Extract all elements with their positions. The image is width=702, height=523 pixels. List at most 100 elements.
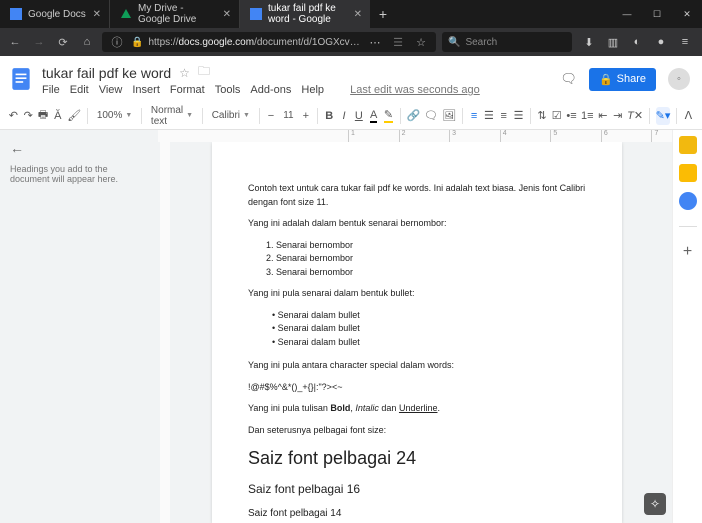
bold-button[interactable]: B bbox=[324, 107, 335, 125]
forward-button[interactable]: → bbox=[30, 33, 48, 51]
keep-icon[interactable] bbox=[679, 164, 697, 182]
outline-back-icon[interactable]: ← bbox=[10, 140, 148, 156]
list-item: Senarai bernombor bbox=[276, 252, 586, 266]
docs-logo[interactable] bbox=[6, 64, 36, 94]
line-spacing-button[interactable]: ⇅ bbox=[537, 107, 548, 125]
text-color-button[interactable]: A bbox=[368, 107, 379, 125]
favicon bbox=[250, 8, 262, 20]
last-edit-link[interactable]: Last edit was seconds ago bbox=[350, 84, 480, 96]
comments-icon[interactable]: 🗨 bbox=[560, 71, 577, 87]
comment-button[interactable]: 🗨 bbox=[424, 107, 438, 125]
align-center-button[interactable]: ☰ bbox=[483, 107, 494, 125]
body-text: !@#$%^&*()_+{}|:"?><~ bbox=[248, 381, 586, 395]
addon-icon[interactable]: ◐ bbox=[630, 36, 644, 49]
checklist-button[interactable]: ☑ bbox=[551, 107, 562, 125]
maximize-button[interactable]: ☐ bbox=[642, 0, 672, 28]
hide-menus-button[interactable]: ᐱ bbox=[683, 107, 694, 125]
account-icon[interactable]: ● bbox=[654, 36, 668, 49]
align-right-button[interactable]: ≡ bbox=[498, 107, 509, 125]
align-justify-button[interactable]: ☰ bbox=[513, 107, 524, 125]
menu-addons[interactable]: Add-ons bbox=[250, 84, 291, 96]
link-button[interactable]: 🔗 bbox=[406, 107, 420, 125]
browser-tab[interactable]: Google Docs ✕ bbox=[0, 0, 110, 28]
indent-button[interactable]: ⇥ bbox=[612, 107, 623, 125]
font-size-input[interactable]: 11 bbox=[280, 106, 296, 126]
list-item: Senarai bernombor bbox=[276, 239, 586, 253]
menu-icon[interactable]: ≡ bbox=[678, 36, 692, 49]
minimize-button[interactable]: — bbox=[612, 0, 642, 28]
document-page[interactable]: Contoh text untuk cara tukar fail pdf ke… bbox=[212, 142, 622, 523]
browser-actions: ⬇ ▥ ◐ ● ≡ bbox=[578, 36, 696, 49]
ordered-list: Senarai bernombor Senarai bernombor Sena… bbox=[276, 239, 586, 280]
more-icon[interactable]: ⋯ bbox=[366, 33, 384, 51]
document-title[interactable]: tukar fail pdf ke word bbox=[42, 65, 171, 81]
close-icon[interactable]: ✕ bbox=[223, 9, 231, 20]
highlight-button[interactable]: ✎ bbox=[383, 107, 394, 125]
menu-file[interactable]: File bbox=[42, 84, 60, 96]
menu-help[interactable]: Help bbox=[301, 84, 324, 96]
align-left-button[interactable]: ≡ bbox=[469, 107, 480, 125]
font-size-dec[interactable]: − bbox=[266, 107, 277, 125]
print-button[interactable]: 🖶 bbox=[38, 107, 49, 125]
bullet-list-button[interactable]: •≡ bbox=[566, 107, 577, 125]
outdent-button[interactable]: ⇤ bbox=[598, 107, 609, 125]
body-text: Yang ini adalah dalam bentuk senarai ber… bbox=[248, 217, 586, 231]
library-icon[interactable]: ▥ bbox=[606, 36, 620, 49]
clear-format-button[interactable]: T✕ bbox=[627, 107, 643, 125]
docs-toolbar: ↶ ↷ 🖶 Ă 🖌 100%▼ Normal text▼ Calibri▼ − … bbox=[0, 102, 702, 130]
favicon bbox=[10, 8, 22, 20]
back-button[interactable]: ← bbox=[6, 33, 24, 51]
main-area: ← Headings you add to the document will … bbox=[0, 130, 702, 523]
italic-button[interactable]: I bbox=[339, 107, 350, 125]
tasks-icon[interactable] bbox=[679, 192, 697, 210]
download-icon[interactable]: ⬇ bbox=[582, 36, 596, 49]
account-avatar[interactable]: ◦ bbox=[668, 68, 690, 90]
close-icon[interactable]: ✕ bbox=[93, 9, 101, 20]
share-button[interactable]: 🔒 Share bbox=[589, 68, 656, 91]
redo-button[interactable]: ↷ bbox=[23, 107, 34, 125]
document-viewport: 1234567 Contoh text untuk cara tukar fai… bbox=[158, 130, 702, 523]
image-button[interactable]: 🖼 bbox=[442, 107, 456, 125]
menu-edit[interactable]: Edit bbox=[70, 84, 89, 96]
menu-view[interactable]: View bbox=[99, 84, 123, 96]
share-label: Share bbox=[617, 73, 646, 85]
style-select[interactable]: Normal text▼ bbox=[148, 106, 196, 126]
shield-icon: ⓘ bbox=[108, 33, 126, 51]
search-input[interactable]: 🔍 Search bbox=[442, 32, 572, 52]
underline-button[interactable]: U bbox=[353, 107, 364, 125]
list-item: Senarai dalam bullet bbox=[272, 322, 586, 336]
menu-insert[interactable]: Insert bbox=[132, 84, 160, 96]
body-text: Yang ini pula antara character special d… bbox=[248, 359, 586, 373]
browser-tab[interactable]: My Drive - Google Drive ✕ bbox=[110, 0, 240, 28]
menu-tools[interactable]: Tools bbox=[215, 84, 241, 96]
font-select[interactable]: Calibri▼ bbox=[209, 106, 253, 126]
menu-bar: File Edit View Insert Format Tools Add-o… bbox=[42, 84, 480, 96]
paint-format-button[interactable]: 🖌 bbox=[67, 107, 81, 125]
explore-button[interactable]: ✧ bbox=[644, 493, 666, 515]
zoom-select[interactable]: 100%▼ bbox=[94, 106, 136, 126]
number-list-button[interactable]: 1≡ bbox=[581, 107, 594, 125]
search-icon: 🔍 bbox=[448, 37, 460, 48]
spellcheck-button[interactable]: Ă bbox=[52, 107, 63, 125]
menu-format[interactable]: Format bbox=[170, 84, 205, 96]
browser-tab-active[interactable]: tukar fail pdf ke word - Google ✕ bbox=[240, 0, 370, 28]
undo-button[interactable]: ↶ bbox=[8, 107, 19, 125]
bookmark-icon[interactable]: ☆ bbox=[412, 33, 430, 51]
tab-label: tukar fail pdf ke word - Google bbox=[268, 3, 348, 25]
calendar-icon[interactable] bbox=[679, 136, 697, 154]
url-input[interactable]: ⓘ 🔒 https://docs.google.com/document/d/1… bbox=[102, 32, 436, 52]
star-icon[interactable]: ☆ bbox=[179, 66, 190, 80]
outline-hint: Headings you add to the document will ap… bbox=[10, 164, 148, 184]
add-addon-icon[interactable]: + bbox=[679, 243, 697, 261]
page-container: Contoh text untuk cara tukar fail pdf ke… bbox=[158, 142, 676, 523]
browser-titlebar: Google Docs ✕ My Drive - Google Drive ✕ … bbox=[0, 0, 702, 28]
close-button[interactable]: ✕ bbox=[672, 0, 702, 28]
reader-icon[interactable]: ☰ bbox=[389, 33, 407, 51]
home-button[interactable]: ⌂ bbox=[78, 33, 96, 51]
new-tab-button[interactable]: + bbox=[370, 0, 396, 28]
close-icon[interactable]: ✕ bbox=[354, 9, 362, 20]
move-icon[interactable]: 🗀 bbox=[198, 62, 210, 83]
editing-mode-button[interactable]: ✎▾ bbox=[656, 107, 671, 125]
font-size-inc[interactable]: + bbox=[300, 107, 311, 125]
reload-button[interactable]: ⟳ bbox=[54, 33, 72, 51]
